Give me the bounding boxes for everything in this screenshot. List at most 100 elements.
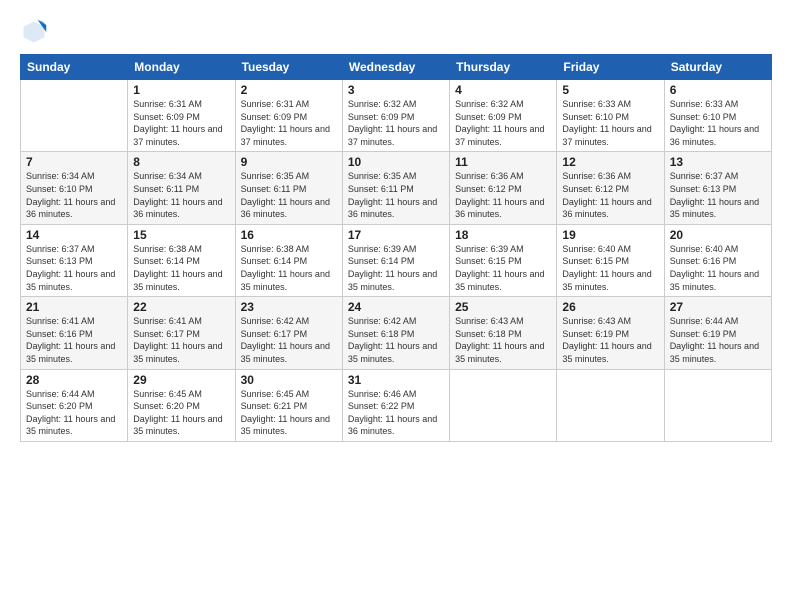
weekday-header: Friday [557,55,664,80]
calendar-cell: 21Sunrise: 6:41 AMSunset: 6:16 PMDayligh… [21,297,128,369]
day-number: 21 [26,300,122,314]
weekday-header: Monday [128,55,235,80]
calendar-cell: 14Sunrise: 6:37 AMSunset: 6:13 PMDayligh… [21,224,128,296]
weekday-header: Saturday [664,55,771,80]
day-number: 14 [26,228,122,242]
day-number: 2 [241,83,337,97]
calendar-cell: 15Sunrise: 6:38 AMSunset: 6:14 PMDayligh… [128,224,235,296]
calendar-cell: 24Sunrise: 6:42 AMSunset: 6:18 PMDayligh… [342,297,449,369]
calendar-cell: 3Sunrise: 6:32 AMSunset: 6:09 PMDaylight… [342,80,449,152]
day-number: 28 [26,373,122,387]
day-info: Sunrise: 6:40 AMSunset: 6:15 PMDaylight:… [562,243,658,293]
page: SundayMondayTuesdayWednesdayThursdayFrid… [0,0,792,612]
calendar-cell: 6Sunrise: 6:33 AMSunset: 6:10 PMDaylight… [664,80,771,152]
day-number: 3 [348,83,444,97]
day-info: Sunrise: 6:39 AMSunset: 6:14 PMDaylight:… [348,243,444,293]
day-info: Sunrise: 6:43 AMSunset: 6:18 PMDaylight:… [455,315,551,365]
calendar-cell [21,80,128,152]
day-info: Sunrise: 6:32 AMSunset: 6:09 PMDaylight:… [348,98,444,148]
calendar-cell [664,369,771,441]
calendar-cell: 13Sunrise: 6:37 AMSunset: 6:13 PMDayligh… [664,152,771,224]
day-number: 29 [133,373,229,387]
calendar-cell: 28Sunrise: 6:44 AMSunset: 6:20 PMDayligh… [21,369,128,441]
day-number: 5 [562,83,658,97]
day-info: Sunrise: 6:45 AMSunset: 6:21 PMDaylight:… [241,388,337,438]
calendar-cell: 26Sunrise: 6:43 AMSunset: 6:19 PMDayligh… [557,297,664,369]
day-info: Sunrise: 6:31 AMSunset: 6:09 PMDaylight:… [133,98,229,148]
calendar-cell: 22Sunrise: 6:41 AMSunset: 6:17 PMDayligh… [128,297,235,369]
day-info: Sunrise: 6:38 AMSunset: 6:14 PMDaylight:… [241,243,337,293]
day-number: 23 [241,300,337,314]
calendar-cell: 29Sunrise: 6:45 AMSunset: 6:20 PMDayligh… [128,369,235,441]
day-number: 13 [670,155,766,169]
logo-icon [20,18,48,46]
day-number: 7 [26,155,122,169]
day-number: 12 [562,155,658,169]
day-info: Sunrise: 6:42 AMSunset: 6:18 PMDaylight:… [348,315,444,365]
day-number: 9 [241,155,337,169]
calendar-cell: 7Sunrise: 6:34 AMSunset: 6:10 PMDaylight… [21,152,128,224]
calendar-cell: 30Sunrise: 6:45 AMSunset: 6:21 PMDayligh… [235,369,342,441]
day-number: 17 [348,228,444,242]
day-number: 27 [670,300,766,314]
day-number: 16 [241,228,337,242]
day-number: 8 [133,155,229,169]
logo [20,18,52,46]
day-info: Sunrise: 6:31 AMSunset: 6:09 PMDaylight:… [241,98,337,148]
day-number: 26 [562,300,658,314]
day-info: Sunrise: 6:32 AMSunset: 6:09 PMDaylight:… [455,98,551,148]
day-info: Sunrise: 6:36 AMSunset: 6:12 PMDaylight:… [562,170,658,220]
day-info: Sunrise: 6:34 AMSunset: 6:10 PMDaylight:… [26,170,122,220]
day-info: Sunrise: 6:34 AMSunset: 6:11 PMDaylight:… [133,170,229,220]
calendar-cell: 8Sunrise: 6:34 AMSunset: 6:11 PMDaylight… [128,152,235,224]
day-info: Sunrise: 6:41 AMSunset: 6:16 PMDaylight:… [26,315,122,365]
day-info: Sunrise: 6:35 AMSunset: 6:11 PMDaylight:… [348,170,444,220]
day-info: Sunrise: 6:33 AMSunset: 6:10 PMDaylight:… [670,98,766,148]
calendar-cell: 18Sunrise: 6:39 AMSunset: 6:15 PMDayligh… [450,224,557,296]
day-number: 4 [455,83,551,97]
day-info: Sunrise: 6:39 AMSunset: 6:15 PMDaylight:… [455,243,551,293]
day-number: 25 [455,300,551,314]
calendar-cell: 16Sunrise: 6:38 AMSunset: 6:14 PMDayligh… [235,224,342,296]
day-number: 6 [670,83,766,97]
header [20,18,772,46]
calendar-table: SundayMondayTuesdayWednesdayThursdayFrid… [20,54,772,442]
day-info: Sunrise: 6:37 AMSunset: 6:13 PMDaylight:… [670,170,766,220]
day-number: 30 [241,373,337,387]
weekday-header: Wednesday [342,55,449,80]
calendar-cell: 17Sunrise: 6:39 AMSunset: 6:14 PMDayligh… [342,224,449,296]
calendar-cell: 23Sunrise: 6:42 AMSunset: 6:17 PMDayligh… [235,297,342,369]
day-number: 10 [348,155,444,169]
calendar-cell: 12Sunrise: 6:36 AMSunset: 6:12 PMDayligh… [557,152,664,224]
calendar-cell [450,369,557,441]
day-info: Sunrise: 6:46 AMSunset: 6:22 PMDaylight:… [348,388,444,438]
day-info: Sunrise: 6:36 AMSunset: 6:12 PMDaylight:… [455,170,551,220]
day-number: 24 [348,300,444,314]
day-number: 19 [562,228,658,242]
calendar-cell: 4Sunrise: 6:32 AMSunset: 6:09 PMDaylight… [450,80,557,152]
calendar-cell [557,369,664,441]
day-number: 15 [133,228,229,242]
day-info: Sunrise: 6:45 AMSunset: 6:20 PMDaylight:… [133,388,229,438]
day-info: Sunrise: 6:43 AMSunset: 6:19 PMDaylight:… [562,315,658,365]
weekday-header: Tuesday [235,55,342,80]
calendar-cell: 1Sunrise: 6:31 AMSunset: 6:09 PMDaylight… [128,80,235,152]
day-info: Sunrise: 6:42 AMSunset: 6:17 PMDaylight:… [241,315,337,365]
day-number: 22 [133,300,229,314]
calendar-cell: 20Sunrise: 6:40 AMSunset: 6:16 PMDayligh… [664,224,771,296]
day-info: Sunrise: 6:33 AMSunset: 6:10 PMDaylight:… [562,98,658,148]
calendar-cell: 9Sunrise: 6:35 AMSunset: 6:11 PMDaylight… [235,152,342,224]
weekday-header: Sunday [21,55,128,80]
calendar-cell: 25Sunrise: 6:43 AMSunset: 6:18 PMDayligh… [450,297,557,369]
day-info: Sunrise: 6:44 AMSunset: 6:19 PMDaylight:… [670,315,766,365]
day-number: 31 [348,373,444,387]
calendar-cell: 2Sunrise: 6:31 AMSunset: 6:09 PMDaylight… [235,80,342,152]
day-number: 18 [455,228,551,242]
day-info: Sunrise: 6:41 AMSunset: 6:17 PMDaylight:… [133,315,229,365]
day-info: Sunrise: 6:35 AMSunset: 6:11 PMDaylight:… [241,170,337,220]
calendar-cell: 19Sunrise: 6:40 AMSunset: 6:15 PMDayligh… [557,224,664,296]
day-info: Sunrise: 6:38 AMSunset: 6:14 PMDaylight:… [133,243,229,293]
day-info: Sunrise: 6:40 AMSunset: 6:16 PMDaylight:… [670,243,766,293]
day-info: Sunrise: 6:44 AMSunset: 6:20 PMDaylight:… [26,388,122,438]
calendar-cell: 31Sunrise: 6:46 AMSunset: 6:22 PMDayligh… [342,369,449,441]
